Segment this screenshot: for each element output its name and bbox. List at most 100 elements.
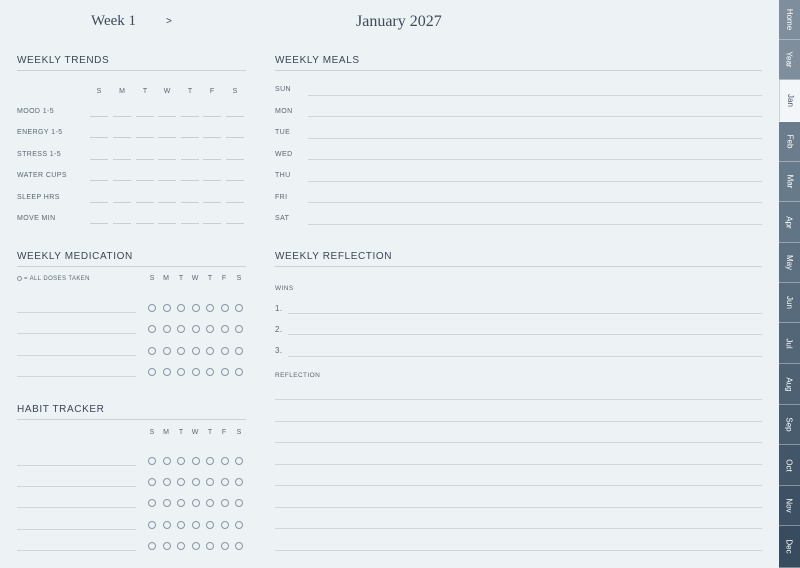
trend-cell[interactable] (136, 180, 154, 181)
trend-cell[interactable] (226, 159, 244, 160)
tab-may[interactable]: May (779, 243, 800, 283)
habit-checkbox-circle[interactable] (148, 542, 156, 550)
trend-cell[interactable] (181, 202, 199, 203)
trend-cell[interactable] (90, 137, 108, 138)
habit-checkbox-circle[interactable] (206, 457, 214, 465)
habit-name-line[interactable] (17, 486, 136, 487)
medication-checkbox-circle[interactable] (206, 368, 214, 376)
trend-cell[interactable] (90, 223, 108, 224)
habit-checkbox-circle[interactable] (163, 457, 171, 465)
trend-cell[interactable] (226, 202, 244, 203)
trend-cell[interactable] (158, 180, 176, 181)
habit-checkbox-circle[interactable] (192, 478, 200, 486)
win-line[interactable] (288, 313, 762, 314)
habit-checkbox-circle[interactable] (163, 542, 171, 550)
trend-cell[interactable] (113, 202, 131, 203)
tab-nov[interactable]: Nov (779, 486, 800, 526)
medication-checkbox-circle[interactable] (148, 347, 156, 355)
reflection-line[interactable] (275, 485, 762, 486)
medication-checkbox-circle[interactable] (192, 368, 200, 376)
meal-line[interactable] (308, 181, 762, 182)
trend-cell[interactable] (158, 202, 176, 203)
trend-cell[interactable] (226, 137, 244, 138)
tab-sep[interactable]: Sep (779, 405, 800, 445)
habit-checkbox-circle[interactable] (221, 499, 229, 507)
tab-oct[interactable]: Oct (779, 445, 800, 486)
habit-checkbox-circle[interactable] (148, 457, 156, 465)
tab-year[interactable]: Year (779, 40, 800, 80)
trend-cell[interactable] (90, 116, 108, 117)
meal-line[interactable] (308, 138, 762, 139)
meal-line[interactable] (308, 95, 762, 96)
habit-checkbox-circle[interactable] (177, 542, 185, 550)
trend-cell[interactable] (113, 116, 131, 117)
habit-checkbox-circle[interactable] (235, 478, 243, 486)
medication-checkbox-circle[interactable] (177, 347, 185, 355)
habit-checkbox-circle[interactable] (177, 457, 185, 465)
medication-name-line[interactable] (17, 312, 136, 313)
win-line[interactable] (288, 356, 762, 357)
trend-cell[interactable] (203, 202, 221, 203)
tab-jan[interactable]: Jan (779, 80, 800, 122)
tab-apr[interactable]: Apr (779, 202, 800, 243)
month-title[interactable]: January 2027 (356, 13, 442, 31)
habit-checkbox-circle[interactable] (177, 521, 185, 529)
habit-checkbox-circle[interactable] (221, 478, 229, 486)
tab-jun[interactable]: Jun (779, 283, 800, 323)
tab-home[interactable]: Home (779, 0, 800, 40)
reflection-line[interactable] (275, 528, 762, 529)
habit-checkbox-circle[interactable] (221, 457, 229, 465)
medication-checkbox-circle[interactable] (206, 304, 214, 312)
habit-checkbox-circle[interactable] (206, 478, 214, 486)
trend-cell[interactable] (181, 116, 199, 117)
meal-line[interactable] (308, 159, 762, 160)
habit-checkbox-circle[interactable] (192, 499, 200, 507)
medication-checkbox-circle[interactable] (177, 325, 185, 333)
habit-checkbox-circle[interactable] (192, 542, 200, 550)
habit-checkbox-circle[interactable] (177, 478, 185, 486)
trend-cell[interactable] (226, 180, 244, 181)
habit-checkbox-circle[interactable] (221, 542, 229, 550)
trend-cell[interactable] (203, 223, 221, 224)
habit-checkbox-circle[interactable] (148, 478, 156, 486)
medication-checkbox-circle[interactable] (192, 347, 200, 355)
medication-checkbox-circle[interactable] (163, 347, 171, 355)
tab-dec[interactable]: Dec (779, 526, 800, 568)
habit-checkbox-circle[interactable] (235, 521, 243, 529)
tab-mar[interactable]: Mar (779, 162, 800, 202)
trend-cell[interactable] (181, 137, 199, 138)
trend-cell[interactable] (203, 137, 221, 138)
medication-checkbox-circle[interactable] (221, 347, 229, 355)
habit-checkbox-circle[interactable] (163, 521, 171, 529)
habit-checkbox-circle[interactable] (163, 499, 171, 507)
meal-line[interactable] (308, 202, 762, 203)
medication-checkbox-circle[interactable] (148, 325, 156, 333)
tab-jul[interactable]: Jul (779, 323, 800, 364)
habit-name-line[interactable] (17, 529, 136, 530)
medication-checkbox-circle[interactable] (235, 304, 243, 312)
trend-cell[interactable] (90, 202, 108, 203)
habit-checkbox-circle[interactable] (148, 521, 156, 529)
habit-checkbox-circle[interactable] (177, 499, 185, 507)
trend-cell[interactable] (113, 159, 131, 160)
trend-cell[interactable] (181, 223, 199, 224)
win-line[interactable] (288, 334, 762, 335)
medication-checkbox-circle[interactable] (221, 304, 229, 312)
tab-feb[interactable]: Feb (779, 122, 800, 162)
trend-cell[interactable] (226, 116, 244, 117)
trend-cell[interactable] (158, 223, 176, 224)
medication-checkbox-circle[interactable] (206, 347, 214, 355)
habit-checkbox-circle[interactable] (148, 499, 156, 507)
medication-checkbox-circle[interactable] (235, 368, 243, 376)
habit-checkbox-circle[interactable] (235, 457, 243, 465)
reflection-line[interactable] (275, 550, 762, 551)
habit-checkbox-circle[interactable] (235, 499, 243, 507)
habit-name-line[interactable] (17, 550, 136, 551)
medication-checkbox-circle[interactable] (148, 304, 156, 312)
trend-cell[interactable] (158, 116, 176, 117)
habit-checkbox-circle[interactable] (221, 521, 229, 529)
meal-line[interactable] (308, 116, 762, 117)
habit-checkbox-circle[interactable] (235, 542, 243, 550)
reflection-line[interactable] (275, 421, 762, 422)
medication-checkbox-circle[interactable] (221, 368, 229, 376)
